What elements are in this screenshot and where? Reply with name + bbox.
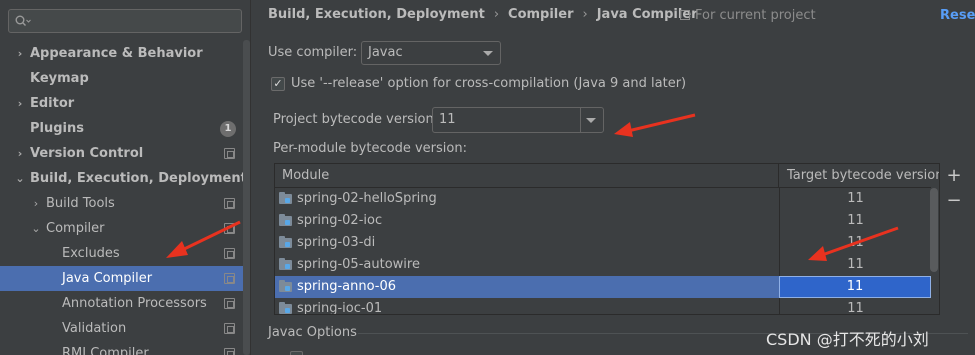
tree-item-label: Java Compiler [62,271,153,286]
tree-item-build-tools[interactable]: › Build Tools [0,191,240,216]
tree-item-editor[interactable]: › Editor [0,91,240,116]
tree-item-version-control[interactable]: › Version Control [0,141,240,166]
project-scope-icon [224,198,235,209]
module-name-cell: spring-02-ioc [297,213,383,228]
chevron-down-icon[interactable]: ⌄ [30,216,42,241]
scope-note-label: For current project [695,8,816,23]
project-scope-icon [224,248,235,259]
remove-module-button[interactable]: − [946,192,962,210]
project-bytecode-value: 11 [439,112,456,127]
target-version-cell[interactable]: 11 [779,276,931,298]
module-name-cell: spring-03-di [297,235,376,250]
breadcrumb-item: Build, Execution, Deployment [268,7,485,22]
project-scope-icon [224,273,235,284]
update-count-badge: 1 [220,121,236,137]
chevron-right-icon[interactable]: › [30,191,42,216]
module-name-cell: spring-05-autowire [297,257,420,272]
tree-item-java-compiler[interactable]: Java Compiler [0,266,250,291]
tree-item-label: Annotation Processors [62,296,207,311]
breadcrumb: Build, Execution, Deployment › Compiler › Ja… [268,7,698,25]
project-bytecode-label: Project bytecode version: [273,112,439,127]
module-bytecode-table: Module Target bytecode version spring-02… [274,163,940,315]
project-bytecode-select[interactable]: 11 [432,107,604,133]
column-header-target-version[interactable]: Target bytecode version [779,164,939,188]
dropdown-arrow-icon[interactable] [586,118,596,123]
chevron-right-icon[interactable]: › [14,41,26,66]
tree-item-compiler[interactable]: ⌄ Compiler [0,216,240,241]
tree-item-label: Editor [30,96,75,111]
release-option-label[interactable]: Use '--release' option for cross-compila… [291,76,686,91]
tree-item-label: Plugins [30,121,84,136]
target-version-cell[interactable]: 11 [779,232,931,254]
project-scope-icon [224,298,235,309]
table-row[interactable]: spring-03-di 11 [275,232,931,254]
use-compiler-select[interactable]: Javac [361,41,501,65]
tree-item-annotation-processors[interactable]: Annotation Processors [0,291,240,316]
dropdown-arrow-icon [483,51,493,56]
annotation-arrow-icon [614,113,696,137]
project-scope-icon [224,323,235,334]
module-name-cell: spring-ioc-01 [297,301,383,315]
target-version-cell[interactable]: 11 [779,188,931,210]
sidebar-scrollbar[interactable] [243,40,250,355]
tree-item-label: Compiler [46,221,105,236]
settings-tree: › Appearance & Behavior Keymap › Editor … [0,0,250,355]
tree-item-label: Excludes [62,246,120,261]
release-option-checkbox[interactable]: ✓ [271,77,285,91]
combo-button-separator [580,108,581,132]
module-name-cell: spring-02-helloSpring [297,191,437,206]
project-scope-icon [224,223,235,234]
search-icon [15,15,31,26]
table-row-selected[interactable]: spring-anno-06 11 [275,276,931,298]
tree-item-keymap[interactable]: Keymap [0,66,240,91]
breadcrumb-item: Compiler [508,7,574,22]
tree-item-build-execution-deployment[interactable]: ⌄ Build, Execution, Deployment [0,166,246,191]
use-compiler-value: Javac [368,45,403,60]
tree-item-label: Keymap [30,71,89,86]
javac-option-checkbox[interactable] [290,351,303,355]
project-scope-icon [224,148,235,159]
breadcrumb-separator: › [493,7,500,22]
tree-item-label: Build, Execution, Deployment [30,171,247,186]
tree-item-label: Build Tools [46,196,115,211]
add-module-button[interactable]: + [946,167,962,185]
reset-link[interactable]: Reset [940,8,975,23]
table-row[interactable]: spring-ioc-01 11 [275,298,931,315]
watermark: CSDN @打不死的小刘 [766,330,929,349]
column-header-module[interactable]: Module [275,164,779,188]
table-row[interactable]: spring-05-autowire 11 [275,254,931,276]
tree-item-plugins[interactable]: Plugins 1 [0,116,240,141]
project-scope-icon [680,10,690,20]
settings-search-input[interactable] [8,9,242,33]
scope-note: For current project [680,8,816,23]
javac-options-section-title: Javac Options [268,325,357,340]
table-scrollbar[interactable] [930,188,938,272]
use-compiler-label: Use compiler: [268,45,358,60]
chevron-right-icon[interactable]: › [14,91,26,116]
target-version-cell[interactable]: 11 [779,254,931,276]
per-module-label: Per-module bytecode version: [273,141,467,156]
tree-item-label: RMI Compiler [62,346,149,355]
table-row[interactable]: spring-02-helloSpring 11 [275,188,931,210]
tree-item-label: Validation [62,321,127,336]
tree-item-appearance-behavior[interactable]: › Appearance & Behavior [0,41,240,66]
chevron-right-icon[interactable]: › [14,141,26,166]
table-row[interactable]: spring-02-ioc 11 [275,210,931,232]
chevron-down-icon[interactable]: ⌄ [14,166,26,191]
target-version-cell[interactable]: 11 [779,298,931,314]
breadcrumb-separator: › [582,7,588,22]
project-scope-icon [224,348,235,355]
tree-item-validation[interactable]: Validation [0,316,240,341]
panel-divider[interactable] [250,0,251,355]
tree-item-label: Version Control [30,146,144,161]
module-name-cell: spring-anno-06 [297,279,397,294]
tree-item-rmi-compiler[interactable]: RMI Compiler [0,341,240,355]
tree-item-label: Appearance & Behavior [30,46,203,61]
target-version-cell[interactable]: 11 [779,210,931,232]
tree-item-excludes[interactable]: Excludes [0,241,240,266]
